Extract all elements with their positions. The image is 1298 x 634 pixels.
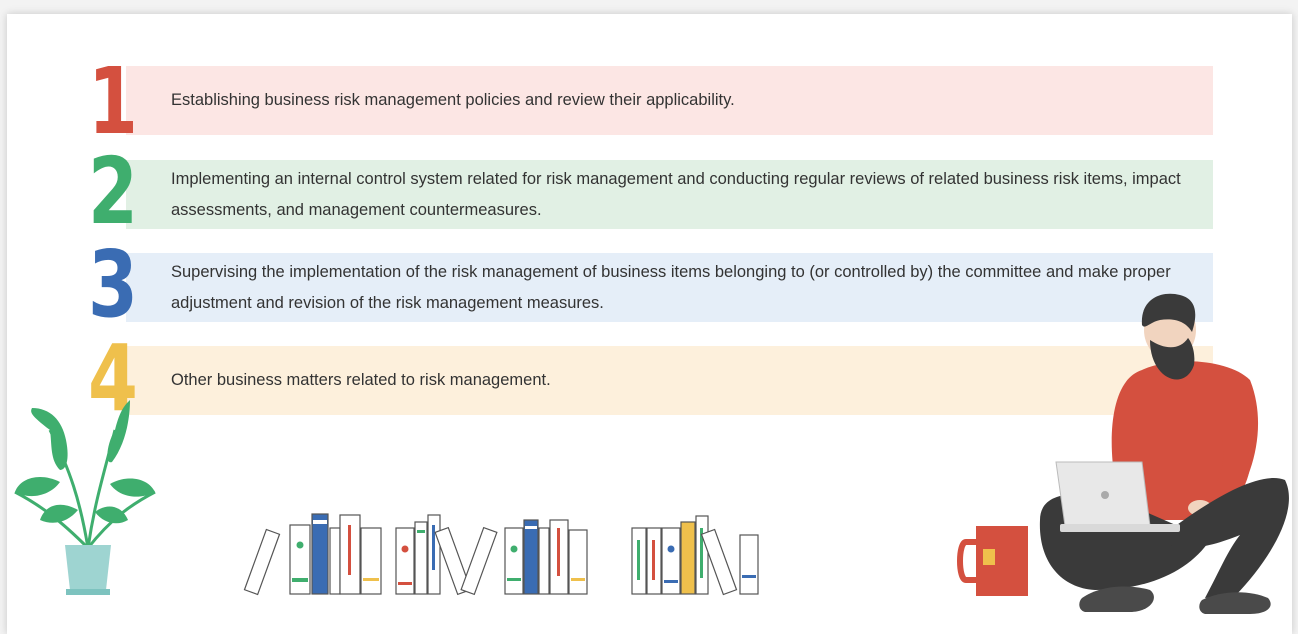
person-with-laptop-icon: [1039, 293, 1289, 614]
plant-icon: [14, 400, 156, 595]
books-icon: [504, 519, 588, 595]
books-icon: [395, 514, 498, 596]
books-icon: [243, 513, 382, 596]
books-icon: [631, 515, 759, 596]
illustration-layer: [14, 293, 1289, 614]
tea-mug-icon: [957, 526, 1028, 596]
